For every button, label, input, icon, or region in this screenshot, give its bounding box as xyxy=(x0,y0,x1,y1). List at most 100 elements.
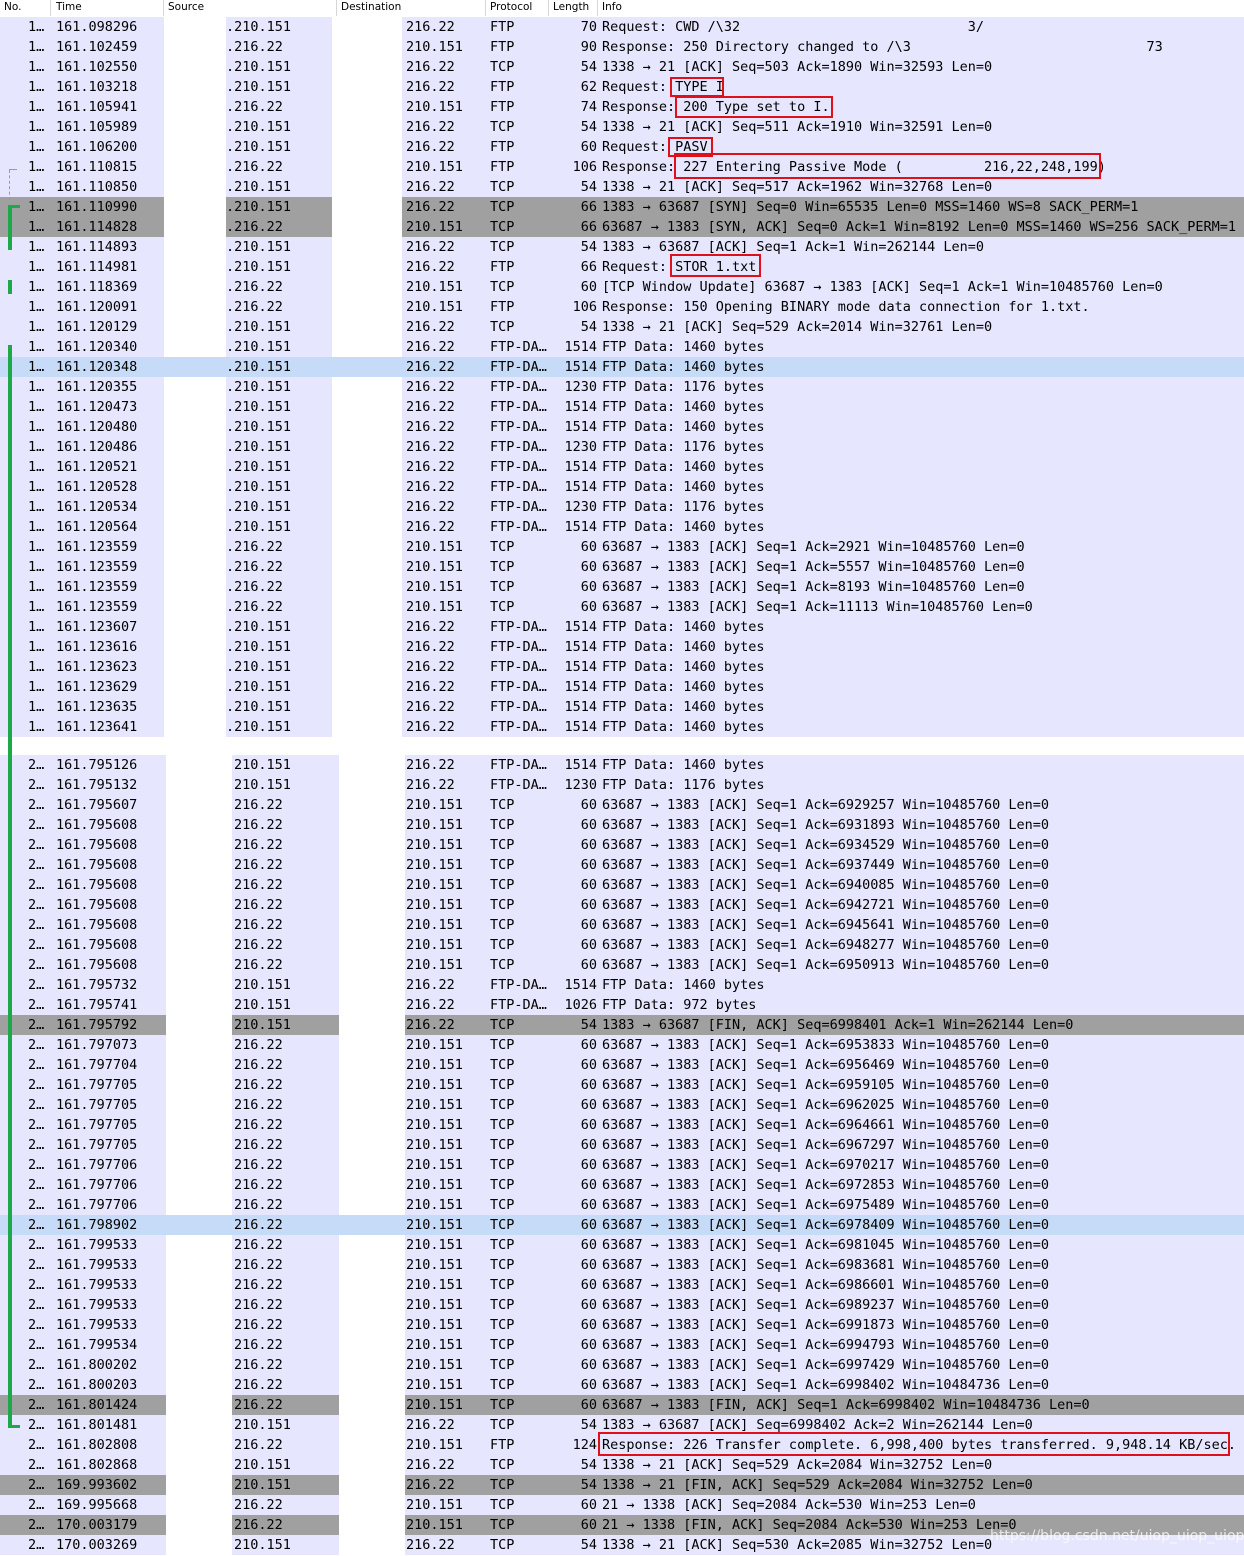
packet-row[interactable]: 1… 161.123607 .210.151 216.22 FTP-DA… 1514 FTP… xyxy=(0,617,1244,637)
packet-info: 63687 → 1383 [ACK] Seq=1 Ack=6931893 Win… xyxy=(602,817,1050,833)
packet-row[interactable]: 1… 161.120528 .210.151 216.22 FTP-DA… 1514 FTP… xyxy=(0,477,1244,497)
packet-row[interactable]: 1… 161.120473 .210.151 216.22 FTP-DA… 1514 FTP… xyxy=(0,397,1244,417)
packet-row[interactable]: 1… 161.120129 .210.151 216.22 TCP 54 1338 → 21… xyxy=(0,317,1244,337)
column-divider[interactable] xyxy=(336,0,337,16)
column-header-source[interactable]: Source xyxy=(168,1,204,13)
packet-row[interactable]: 1… 161.103218.210.151 216.22 FTP 62 Request: … xyxy=(0,77,1244,97)
packet-row[interactable]: 1… 161.123635 .210.151 216.22 FTP-DA… 1514 FTP… xyxy=(0,697,1244,717)
packet-row[interactable]: 1… 161.120091 .216.22 210.151 FTP 106 Response… xyxy=(0,297,1244,317)
packet-row[interactable]: 2… 161.800202 216.22 210.151 TCP 60 63687 → 13… xyxy=(0,1355,1244,1375)
packet-row[interactable]: 1… 161.120534 .210.151 216.22 FTP-DA… 1230 FTP… xyxy=(0,497,1244,517)
packet-row[interactable]: 1… 161.114893.210.151 216.22 TCP 54 1383 → 63… xyxy=(0,237,1244,257)
packet-row[interactable]: 2… 161.797706 216.22 210.151 TCP 60 63687 → 13… xyxy=(0,1195,1244,1215)
column-header-length[interactable]: Length xyxy=(553,1,589,13)
packet-row[interactable]: 2… 161.801424 216.22 210.151 TCP 60 63687 → 13… xyxy=(0,1395,1244,1415)
column-header-protocol[interactable]: Protocol xyxy=(490,1,532,13)
packet-row[interactable]: 1… 161.120564 .210.151 216.22 FTP-DA… 1514 FTP… xyxy=(0,517,1244,537)
row-background xyxy=(332,337,402,357)
packet-row[interactable]: 2… 161.795607 216.22 210.151 TCP 60 63687 → 13… xyxy=(0,795,1244,815)
packet-row[interactable]: 2… 161.795741 210.151 216.22 FTP-DA… 1026 FTP … xyxy=(0,995,1244,1015)
column-divider[interactable] xyxy=(163,0,164,16)
packet-row[interactable]: 2… 161.795608 216.22 210.151 TCP 60 63687 → 13… xyxy=(0,875,1244,895)
row-background xyxy=(166,875,232,895)
packet-protocol: FTP xyxy=(490,1437,515,1453)
packet-row[interactable]: 2… 161.795608 216.22 210.151 TCP 60 63687 → 13… xyxy=(0,895,1244,915)
packet-info: 63687 → 1383 [ACK] Seq=1 Ack=6983681 Win… xyxy=(602,1257,1050,1273)
packet-row[interactable]: 1… 161.105941.216.22 210.151 FTP 74 Response:… xyxy=(0,97,1244,117)
packet-row[interactable]: 2… 161.795792 210.151 216.22 TCP 54 1383 → 636… xyxy=(0,1015,1244,1035)
packet-row[interactable]: 2… 161.795608 216.22 210.151 TCP 60 63687 → 13… xyxy=(0,835,1244,855)
packet-time: 161.110850 xyxy=(56,179,138,195)
packet-time: 161.795608 xyxy=(56,957,138,973)
packet-row[interactable]: 2… 161.797704 216.22 210.151 TCP 60 63687 → 13… xyxy=(0,1055,1244,1075)
packet-row[interactable]: 2… 161.795732 210.151 216.22 FTP-DA… 1514 FTP … xyxy=(0,975,1244,995)
packet-row[interactable]: 2… 161.795608 216.22 210.151 TCP 60 63687 → 13… xyxy=(0,915,1244,935)
column-divider[interactable] xyxy=(548,0,549,16)
packet-row[interactable]: 2… 161.797706 216.22 210.151 TCP 60 63687 → 13… xyxy=(0,1175,1244,1195)
packet-destination: 210.151 xyxy=(406,1077,463,1093)
packet-row[interactable]: 1… 161.114828 .216.22 210.151 TCP 66 63687 → 1… xyxy=(0,217,1244,237)
packet-row[interactable]: 2… 161.799533 216.22 210.151 TCP 60 63687 → 13… xyxy=(0,1315,1244,1335)
packet-row[interactable]: 2… 161.797706 216.22 210.151 TCP 60 63687 → 13… xyxy=(0,1155,1244,1175)
packet-row[interactable]: 1… 161.123559 .216.22 210.151 TCP 60 63687 → 1… xyxy=(0,557,1244,577)
packet-row[interactable]: 2… 161.797705 216.22 210.151 TCP 60 63687 → 13… xyxy=(0,1075,1244,1095)
packet-row[interactable]: 1… 161.120348 .210.151 216.22 FTP-DA… 1514 FTP… xyxy=(0,357,1244,377)
packet-row[interactable]: 1… 161.098296 .210.151 216.22 FTP 70 Request: … xyxy=(0,17,1244,37)
column-divider[interactable] xyxy=(50,0,51,16)
packet-row[interactable]: 2… 161.795126 210.151 216.22 FTP-DA… 1514 FTP … xyxy=(0,755,1244,775)
packet-row[interactable]: 2… 161.799533 216.22 210.151 TCP 60 63687 → 13… xyxy=(0,1275,1244,1295)
packet-row[interactable]: 2… 161.797705 216.22 210.151 TCP 60 63687 → 13… xyxy=(0,1135,1244,1155)
packet-row[interactable]: 2… 161.795608 216.22 210.151 TCP 60 63687 → 13… xyxy=(0,815,1244,835)
packet-row[interactable]: 1… 161.102459 .216.22 210.151 FTP 90 Response:… xyxy=(0,37,1244,57)
packet-row[interactable]: 2… 169.995668 216.22 210.151 TCP 60 21 → 1338 … xyxy=(0,1495,1244,1515)
packet-row[interactable]: 1… 161.114981.210.151 216.22 FTP 66 Request: … xyxy=(0,257,1244,277)
packet-row[interactable]: 1… 161.123629 .210.151 216.22 FTP-DA… 1514 FTP… xyxy=(0,677,1244,697)
packet-destination: 216.22 xyxy=(406,139,455,155)
packet-destination: 210.151 xyxy=(406,797,463,813)
packet-row[interactable]: 1… 161.120480 .210.151 216.22 FTP-DA… 1514 FTP… xyxy=(0,417,1244,437)
packet-row[interactable]: 2… 161.799533 216.22 210.151 TCP 60 63687 → 13… xyxy=(0,1295,1244,1315)
packet-number: 1… xyxy=(28,379,45,395)
packet-row[interactable]: 1… 161.118369 .216.22 210.151 TCP 60 [TCP Wind… xyxy=(0,277,1244,297)
packet-row[interactable]: 1… 161.120486 .210.151 216.22 FTP-DA… 1230 FTP… xyxy=(0,437,1244,457)
packet-row[interactable]: 2… 161.797705 216.22 210.151 TCP 60 63687 → 13… xyxy=(0,1095,1244,1115)
packet-row[interactable]: 1… 161.123559 .216.22 210.151 TCP 60 63687 → 1… xyxy=(0,577,1244,597)
packet-destination: 210.151 xyxy=(406,1037,463,1053)
packet-row[interactable]: 2… 161.797073 216.22 210.151 TCP 60 63687 → 13… xyxy=(0,1035,1244,1055)
packet-row[interactable]: 1… 161.102550 .210.151 216.22 TCP 54 1338 → 21… xyxy=(0,57,1244,77)
packet-row[interactable]: 1… 161.105989 .210.151 216.22 TCP 54 1338 → 21… xyxy=(0,117,1244,137)
packet-row[interactable]: 1… 161.120340 .210.151 216.22 FTP-DA… 1514 FTP… xyxy=(0,337,1244,357)
packet-row[interactable]: 1… 161.110850 .210.151 216.22 TCP 54 1338 → 21… xyxy=(0,177,1244,197)
row-background xyxy=(332,457,402,477)
packet-row[interactable]: 2… 161.799533 216.22 210.151 TCP 60 63687 → 13… xyxy=(0,1255,1244,1275)
packet-row[interactable]: 1… 161.123559 .216.22 210.151 TCP 60 63687 → 1… xyxy=(0,597,1244,617)
column-divider[interactable] xyxy=(597,0,598,16)
column-header-info[interactable]: Info xyxy=(602,1,622,13)
packet-row[interactable]: 2… 161.799534 216.22 210.151 TCP 60 63687 → 13… xyxy=(0,1335,1244,1355)
packet-row[interactable]: 1… 161.120521 .210.151 216.22 FTP-DA… 1514 FTP… xyxy=(0,457,1244,477)
column-header-destination[interactable]: Destination xyxy=(341,1,401,13)
packet-row[interactable]: 2… 161.795608 216.22 210.151 TCP 60 63687 → 13… xyxy=(0,955,1244,975)
packet-protocol: FTP-DA… xyxy=(490,419,547,435)
packet-row[interactable]: 2… 161.795132 210.151 216.22 FTP-DA… 1230 FTP … xyxy=(0,775,1244,795)
packet-row[interactable]: 2… 161.802868 210.151 216.22 TCP 54 1338 → 21 … xyxy=(0,1455,1244,1475)
packet-row[interactable]: 2… 161.795608 216.22 210.151 TCP 60 63687 → 13… xyxy=(0,855,1244,875)
column-header-time[interactable]: Time xyxy=(56,1,82,13)
packet-row[interactable]: 2… 169.993602 210.151 216.22 TCP 54 1338 → 21 … xyxy=(0,1475,1244,1495)
column-header-no[interactable]: No. xyxy=(4,1,21,13)
packet-row[interactable]: 2… 161.800203 216.22 210.151 TCP 60 63687 → 13… xyxy=(0,1375,1244,1395)
packet-row[interactable]: 2… 161.795608 216.22 210.151 TCP 60 63687 → 13… xyxy=(0,935,1244,955)
packet-row[interactable]: 2… 161.797705 216.22 210.151 TCP 60 63687 → 13… xyxy=(0,1115,1244,1135)
packet-row[interactable]: 2… 161.798902 216.22 210.151 TCP 60 63687 → 13… xyxy=(0,1215,1244,1235)
packet-row[interactable]: 1… 161.123616 .210.151 216.22 FTP-DA… 1514 FTP… xyxy=(0,637,1244,657)
packet-protocol: FTP-DA… xyxy=(490,519,547,535)
packet-row[interactable]: 1… 161.123623 .210.151 216.22 FTP-DA… 1514 FTP… xyxy=(0,657,1244,677)
packet-number: 1… xyxy=(28,599,45,615)
packet-row[interactable]: 1… 161.123641 .210.151 216.22 FTP-DA… 1514 FTP… xyxy=(0,717,1244,737)
packet-row[interactable]: 1… 161.123559 .216.22 210.151 TCP 60 63687 → 1… xyxy=(0,537,1244,557)
packet-row[interactable]: 2… 161.799533 216.22 210.151 TCP 60 63687 → 13… xyxy=(0,1235,1244,1255)
packet-row[interactable]: 1… 161.120355 .210.151 216.22 FTP-DA… 1230 FTP… xyxy=(0,377,1244,397)
column-divider[interactable] xyxy=(485,0,486,16)
packet-row[interactable]: 1… 161.110990 .210.151 216.22 TCP 66 1383 → 63… xyxy=(0,197,1244,217)
row-background xyxy=(164,697,226,717)
